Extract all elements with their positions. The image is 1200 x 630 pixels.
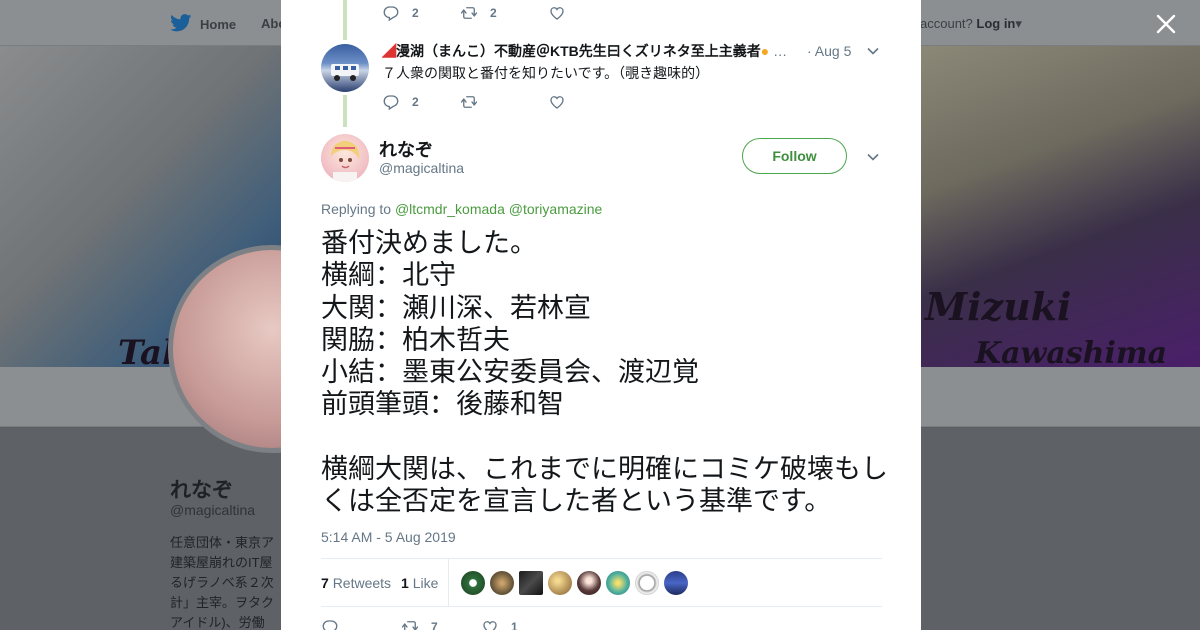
twitter-bird-icon bbox=[170, 14, 192, 35]
liker-avatar[interactable] bbox=[577, 571, 601, 595]
chevron-down-icon: ▾ bbox=[1015, 16, 1022, 31]
liker-avatar[interactable] bbox=[635, 571, 659, 595]
retweet-stat-label: Retweets bbox=[332, 575, 392, 591]
like-action[interactable]: 1 bbox=[481, 618, 518, 630]
like-stat-count: 1 bbox=[401, 575, 409, 591]
orange-emoji-icon: ● bbox=[760, 43, 770, 59]
retweet-icon bbox=[460, 4, 478, 22]
retweet-stat-count: 7 bbox=[321, 575, 329, 591]
retweet-action[interactable]: 2 bbox=[460, 4, 548, 22]
chevron-down-icon[interactable] bbox=[866, 150, 880, 164]
stats-divider bbox=[448, 559, 449, 607]
replying-prefix: Replying to bbox=[321, 201, 392, 217]
retweet-icon bbox=[401, 618, 419, 630]
nav-home[interactable]: Home bbox=[170, 14, 236, 35]
thread-connector bbox=[343, 95, 347, 127]
retweet-icon bbox=[460, 93, 478, 111]
reply-count: 2 bbox=[412, 6, 419, 20]
reply-tweet-actions: 2 bbox=[382, 93, 566, 111]
liker-avatar[interactable] bbox=[606, 571, 630, 595]
thread-connector bbox=[343, 0, 347, 40]
bio-line: アイドル)、労働 bbox=[170, 615, 265, 630]
author-name[interactable]: れなぞ bbox=[379, 136, 433, 162]
chevron-down-icon[interactable] bbox=[866, 44, 880, 58]
bio-line: るげラノベ系２次 bbox=[170, 575, 274, 590]
nav-home-label: Home bbox=[200, 17, 237, 32]
tweet-text: 番付決めました。 横綱：北守 大関：瀬川深、若林宣 関脇：柏木哲夫 小結：墨東公… bbox=[321, 228, 888, 517]
top-tweet-actions: 2 2 bbox=[382, 4, 566, 22]
main-tweet-actions: 7 1 bbox=[321, 618, 518, 630]
liker-avatar[interactable] bbox=[461, 571, 485, 595]
reply-action[interactable]: 2 bbox=[382, 4, 460, 22]
reply-icon bbox=[382, 4, 400, 22]
reply-author-avatar[interactable] bbox=[321, 44, 369, 92]
replying-user-link[interactable]: @toriyamazine bbox=[509, 201, 603, 217]
bio-line: 計」主宰。ヲタク bbox=[170, 595, 275, 610]
reply-action[interactable]: 2 bbox=[382, 93, 460, 111]
banner-text-mizuki: Mizuki bbox=[925, 284, 1072, 329]
reply-author-name[interactable]: ◢漫湖（まんこ）不動産＠KTB先生曰くズリネタ至上主義者● … bbox=[382, 41, 802, 61]
retweet-stat[interactable]: 7 Retweets bbox=[321, 575, 391, 591]
nav-account[interactable]: account? Log in▾ bbox=[920, 16, 1022, 32]
retweet-count: 2 bbox=[490, 6, 497, 20]
bio-line: 任意団体・東京ア bbox=[170, 535, 275, 550]
replying-user-link[interactable]: @ltcmdr_komada bbox=[395, 201, 505, 217]
profile-handle: @magicaltina bbox=[170, 502, 256, 518]
reply-date[interactable]: · Aug 5 bbox=[807, 43, 851, 59]
tweet-timestamp[interactable]: 5:14 AM - 5 Aug 2019 bbox=[321, 529, 456, 545]
reply-icon bbox=[382, 93, 400, 111]
liker-avatar[interactable] bbox=[519, 571, 543, 595]
replying-to: Replying to @ltcmdr_komada @toriyamazine bbox=[321, 201, 602, 217]
like-action[interactable] bbox=[548, 93, 566, 111]
like-icon bbox=[548, 4, 566, 22]
like-icon bbox=[548, 93, 566, 111]
reply-text: ７人衆の関取と番付を知りたいです。（覗き趣味的） bbox=[382, 65, 710, 81]
login-link[interactable]: Log in bbox=[976, 16, 1015, 31]
account-prompt: account? bbox=[920, 16, 973, 31]
liker-avatar[interactable] bbox=[664, 571, 688, 595]
reply-action[interactable] bbox=[321, 618, 401, 630]
like-stat-label: Like bbox=[412, 575, 439, 591]
close-icon[interactable] bbox=[1152, 10, 1180, 38]
retweet-action[interactable]: 7 bbox=[401, 618, 481, 630]
like-count: 1 bbox=[511, 620, 518, 630]
reply-author-name-text: 漫湖（まんこ）不動産＠KTB先生曰くズリネタ至上主義者 bbox=[396, 43, 761, 59]
like-action[interactable] bbox=[548, 4, 566, 22]
name-ellipsis: … bbox=[773, 43, 788, 59]
bio-line: 建築屋崩れのIT屋 bbox=[170, 555, 273, 570]
tweet-permalink-modal: 2 2 ◢漫湖（まんこ）不動産＠KTB先生曰くズリネタ至上主義者● … · Au… bbox=[281, 0, 921, 630]
author-handle[interactable]: @magicaltina bbox=[379, 160, 464, 176]
author-avatar[interactable] bbox=[321, 134, 369, 182]
profile-name: れなぞ bbox=[170, 479, 233, 502]
like-icon bbox=[481, 618, 499, 630]
red-emoji-icon: ◢ bbox=[382, 43, 396, 59]
retweet-count: 7 bbox=[431, 620, 438, 630]
tweet-stats: 7 Retweets 1 Like bbox=[321, 558, 882, 607]
profile-bio: 任意団体・東京ア 建築屋崩れのIT屋 るげラノベ系２次 計」主宰。ヲタク アイド… bbox=[170, 533, 280, 630]
reply-icon bbox=[321, 618, 339, 630]
reply-count: 2 bbox=[412, 95, 419, 109]
follow-button[interactable]: Follow bbox=[742, 138, 847, 174]
banner-text-kawashima: Kawashima bbox=[975, 336, 1168, 367]
retweet-action[interactable] bbox=[460, 93, 548, 111]
liker-avatar[interactable] bbox=[490, 571, 514, 595]
liker-avatar[interactable] bbox=[548, 571, 572, 595]
like-stat[interactable]: 1 Like bbox=[401, 575, 438, 591]
